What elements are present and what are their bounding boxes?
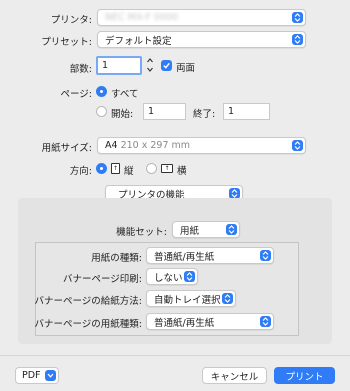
stepper-arrows-icon <box>147 58 153 72</box>
pages-from-value: 1 <box>148 106 155 117</box>
orientation-label: 方向: <box>69 166 92 177</box>
printer-label: プリンタ: <box>50 15 92 26</box>
duplex-checkbox[interactable] <box>161 60 172 71</box>
paper-size-value: A4 210 x 297 mm <box>105 140 305 151</box>
feature-value-paper-type: 普通紙/再生紙 <box>154 251 215 263</box>
pages-range-radio[interactable] <box>96 106 107 117</box>
portrait-icon: ↑ <box>111 163 120 174</box>
feature-set-label: 機能セット: <box>116 227 167 238</box>
print-button[interactable]: プリント <box>274 367 335 384</box>
paper-size-label: 用紙サイズ: <box>41 143 92 154</box>
copies-value: 1 <box>102 60 109 71</box>
paper-size-name: A4 <box>105 140 118 151</box>
cancel-label: キャンセル <box>210 371 259 383</box>
landscape-icon: ↑ <box>161 164 173 173</box>
presets-value: デフォルト設定 <box>105 35 172 47</box>
footer-divider <box>0 355 350 356</box>
pages-to-value: 1 <box>228 106 235 117</box>
printer-value: NEC MX-F 0000 <box>105 12 179 23</box>
feature-label-banner-feed: バナーページの給紙方法: <box>34 296 142 307</box>
paper-size-popup[interactable]: A4 210 x 297 mm <box>97 137 306 154</box>
duplex-label: 両面 <box>176 63 196 74</box>
pages-all-radio[interactable] <box>96 86 107 97</box>
feature-value-banner-paper: 普通紙/再生紙 <box>154 317 215 329</box>
pages-label: ページ: <box>60 89 92 100</box>
copies-field[interactable]: 1 <box>96 56 142 75</box>
paper-size-dimensions: 210 x 297 mm <box>120 140 191 151</box>
feature-label-banner-print: バナーページ印刷: <box>62 274 142 285</box>
checkmark-icon <box>163 62 170 69</box>
landscape-radio[interactable] <box>146 163 157 174</box>
feature-popup-banner-paper[interactable]: 普通紙/再生紙 <box>146 313 274 330</box>
print-label: プリント <box>285 371 324 383</box>
feature-label-paper-type: 用紙の種類: <box>91 253 142 264</box>
pages-to-label: 終了: <box>193 109 216 120</box>
chevron-down-icon <box>45 370 56 381</box>
chevron-updown-icon <box>184 271 195 282</box>
pages-all-label: すべて <box>111 89 139 100</box>
chevron-updown-icon <box>292 12 303 23</box>
divider <box>0 127 350 128</box>
chevron-updown-icon <box>292 34 303 45</box>
chevron-updown-icon <box>226 224 237 235</box>
portrait-label: 縦 <box>124 166 134 177</box>
cancel-button[interactable]: キャンセル <box>202 367 267 384</box>
copies-stepper[interactable] <box>146 56 154 74</box>
chevron-updown-icon <box>292 140 303 151</box>
copies-label: 部数: <box>69 64 92 75</box>
feature-popup-paper-type[interactable]: 普通紙/再生紙 <box>146 247 274 264</box>
chevron-updown-icon <box>260 316 271 327</box>
chevron-updown-icon <box>260 250 271 261</box>
feature-label-banner-paper: バナーページの用紙種類: <box>34 319 142 330</box>
portrait-radio[interactable] <box>96 163 107 174</box>
landscape-label: 横 <box>177 166 187 177</box>
pdf-button[interactable]: PDF <box>15 367 59 384</box>
feature-popup-banner-feed[interactable]: 自動トレイ選択 <box>146 290 236 307</box>
presets-label: プリセット: <box>41 37 92 48</box>
pages-from-label: 開始: <box>111 109 134 120</box>
chevron-updown-icon <box>222 293 233 304</box>
feature-set-popup[interactable]: 用紙 <box>172 221 240 238</box>
printer-popup[interactable]: NEC MX-F 0000 <box>97 9 306 26</box>
presets-popup[interactable]: デフォルト設定 <box>97 31 306 48</box>
feature-popup-banner-print[interactable]: しない <box>146 268 198 285</box>
pages-from-field[interactable]: 1 <box>143 103 186 120</box>
pdf-label: PDF <box>22 370 41 381</box>
pages-to-field[interactable]: 1 <box>223 103 270 120</box>
